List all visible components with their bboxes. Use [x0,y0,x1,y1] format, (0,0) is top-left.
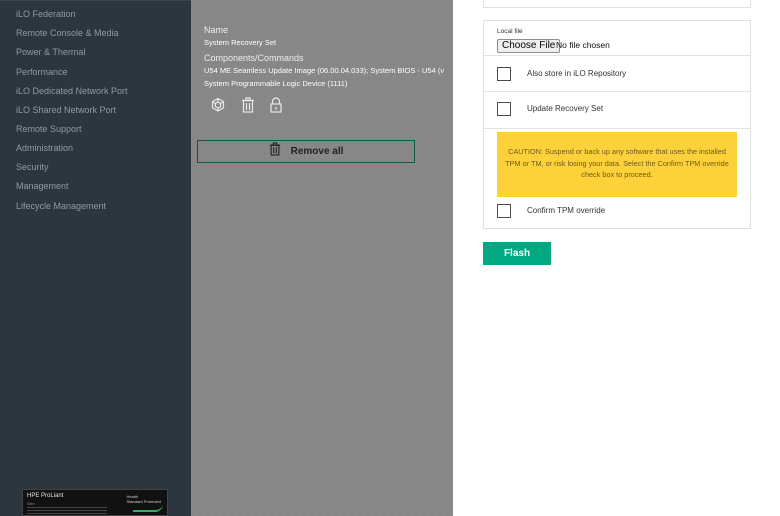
install-set-details-overlay: Name System Recovery Set Components/Comm… [191,0,453,516]
trash-icon [269,142,281,161]
also-store-checkbox[interactable] [497,67,511,81]
also-store-label: Also store in iLO Repository [527,69,627,78]
server-thumbnail-text-lines [27,507,107,514]
row-divider [484,128,750,129]
sidebar-item-lifecycle-management[interactable]: Lifecycle Management [16,200,106,212]
row-divider [484,91,750,92]
name-label: Name [204,25,229,35]
caution-text: CAUTION: Suspend or back up any software… [505,147,729,179]
server-thumbnail-title: HPE ProLiant [27,493,64,499]
panel-top-box [483,0,751,8]
sidebar-item-administration[interactable]: Administration [16,142,73,154]
server-thumbnail-side-text: Health Standard Protected [127,494,161,504]
update-recovery-set-label: Update Recovery Set [527,104,604,113]
sidebar-item-remote-console-media[interactable]: Remote Console & Media [16,27,119,39]
row-divider [484,55,750,56]
sidebar-item-security[interactable]: Security [16,161,49,173]
sidebar-item-management[interactable]: Management [16,180,69,192]
flash-firmware-panel: Local file Choose File No file chosen Al… [453,0,780,516]
file-status-text: No file chosen [556,40,610,50]
sidebar-item-ilo-federation[interactable]: iLO Federation [16,8,76,20]
server-thumbnail[interactable]: HPE ProLiant Gen Health Standard Protect… [22,489,168,516]
deploy-icon[interactable] [211,97,225,113]
lock-icon[interactable] [269,97,283,113]
remove-all-button[interactable]: Remove all [197,140,415,163]
flash-options-form: Local file Choose File No file chosen Al… [483,20,751,229]
components-label: Components/Commands [204,53,304,63]
name-value: System Recovery Set [204,38,277,47]
remove-all-label: Remove all [290,146,344,157]
local-file-label: Local file [497,28,523,35]
sidebar-divider [0,0,191,1]
sidebar-item-power-thermal[interactable]: Power & Thermal [16,46,85,58]
trash-icon[interactable] [241,97,255,113]
sidebar-nav: iLO Federation Remote Console & Media Po… [0,0,191,516]
server-thumbnail-subtitle: Gen [27,501,35,506]
flash-button[interactable]: Flash [483,242,551,265]
update-recovery-set-checkbox[interactable] [497,102,511,116]
sidebar-item-ilo-dedicated-network-port[interactable]: iLO Dedicated Network Port [16,85,128,97]
sidebar-item-performance[interactable]: Performance [16,66,68,78]
choose-file-button[interactable]: Choose File [497,39,561,53]
sidebar-item-remote-support[interactable]: Remote Support [16,123,82,135]
sidebar-item-ilo-shared-network-port[interactable]: iLO Shared Network Port [16,104,116,116]
caution-banner: CAUTION: Suspend or back up any software… [497,132,737,197]
confirm-tpm-checkbox[interactable] [497,204,511,218]
components-line-2: System Programmable Logic Device (1111) [204,79,348,88]
confirm-tpm-label: Confirm TPM override [527,206,606,215]
server-thumbnail-graph [133,504,163,512]
components-line-1: U54 ME Seamless Update Image (06.00.04.0… [204,66,445,75]
